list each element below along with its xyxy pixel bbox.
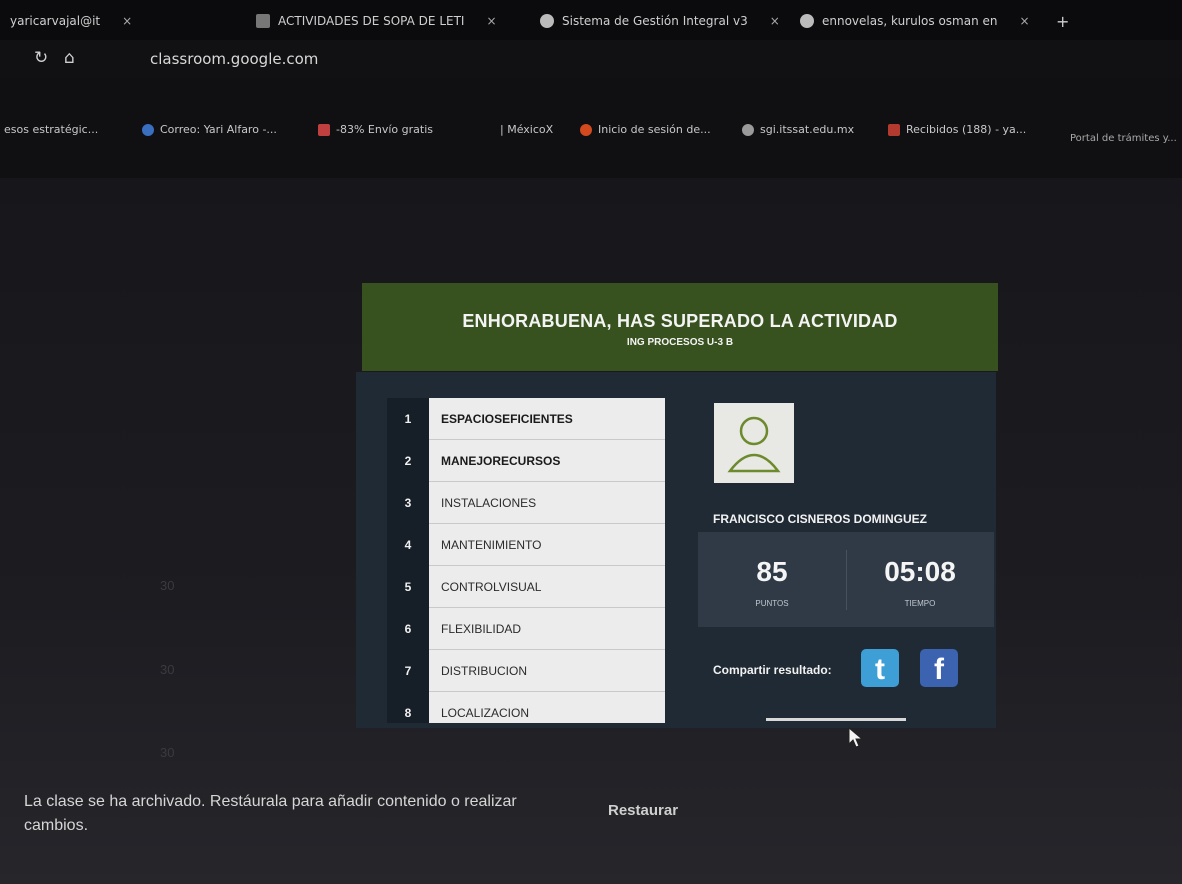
- word-row: 2 MANEJORECURSOS: [387, 440, 665, 482]
- browser-tab-strip: yaricarvajal@it × ACTIVIDADES DE SOPA DE…: [0, 0, 1182, 40]
- word-row: 3 INSTALACIONES: [387, 482, 665, 524]
- background-number: 30: [160, 578, 175, 593]
- bookmark-label: esos estratégic...: [4, 123, 99, 136]
- word-row: 4 MANTENIMIENTO: [387, 524, 665, 566]
- bookmark-item[interactable]: Recibidos (188) - ya...: [888, 123, 1026, 136]
- globe-icon: [540, 14, 554, 28]
- word-text: CONTROLVISUAL: [429, 566, 665, 608]
- bookmark-label: -83% Envío gratis: [336, 123, 433, 136]
- word-number: 2: [404, 454, 412, 468]
- bookmark-label: Inicio de sesión de...: [598, 123, 711, 136]
- word-text: FLEXIBILIDAD: [429, 608, 665, 650]
- points-label: PUNTOS: [755, 599, 789, 608]
- word-row: 7 DISTRIBUCION: [387, 650, 665, 692]
- points-value: 85: [756, 556, 788, 587]
- close-tab-icon[interactable]: ×: [122, 14, 132, 28]
- word-row: 8 LOCALIZACION: [387, 692, 665, 723]
- result-title: ENHORABUENA, HAS SUPERADO LA ACTIVIDAD: [462, 311, 898, 331]
- doc-icon: [256, 14, 270, 28]
- tab-label: Sistema de Gestión Integral v3: [562, 14, 748, 28]
- bookmark-label: Recibidos (188) - ya...: [906, 123, 1027, 136]
- restore-button[interactable]: Restaurar: [592, 796, 694, 825]
- tab-ennovelas[interactable]: ennovelas, kurulos osman en ×: [800, 8, 1030, 34]
- word-list: 1 ESPACIOSEFICIENTES 2 MANEJORECURSOS 3 …: [387, 398, 665, 723]
- bookmark-label: Portal de trámites y...: [1070, 133, 1177, 144]
- divider: [766, 718, 906, 721]
- new-tab-button[interactable]: +: [1056, 8, 1069, 34]
- bookmark-item[interactable]: | MéxicoX: [500, 123, 553, 136]
- copyright-icon: [800, 14, 814, 28]
- background-number: 30: [160, 662, 175, 677]
- mouse-cursor-icon: [848, 727, 864, 748]
- points-stat: 85 PUNTOS: [698, 532, 846, 627]
- word-number: 8: [404, 706, 412, 720]
- cpanel-icon: [580, 123, 592, 136]
- tab-actividades[interactable]: ACTIVIDADES DE SOPA DE LETI ×: [256, 8, 497, 34]
- globe-icon: [742, 123, 754, 136]
- facebook-icon: f: [934, 653, 944, 686]
- avatar: [714, 403, 794, 483]
- word-number: 4: [404, 538, 412, 552]
- word-text: ESPACIOSEFICIENTES: [429, 398, 665, 440]
- twitter-share-button[interactable]: t: [861, 649, 899, 687]
- word-number: 3: [404, 496, 412, 510]
- result-subtitle: ING PROCESOS U-3 B: [626, 337, 734, 348]
- time-label: TIEMPO: [904, 599, 936, 608]
- tab-label: ACTIVIDADES DE SOPA DE LETI: [278, 14, 465, 28]
- close-tab-icon[interactable]: ×: [486, 14, 496, 28]
- outlook-icon: [142, 123, 154, 136]
- word-number: 5: [404, 580, 412, 594]
- tab-label: ennovelas, kurulos osman en: [822, 14, 998, 28]
- student-name: FRANCISCO CISNEROS DOMINGUEZ: [713, 512, 928, 526]
- word-row: 6 FLEXIBILIDAD: [387, 608, 665, 650]
- close-tab-icon[interactable]: ×: [770, 14, 780, 28]
- tab-mail[interactable]: yaricarvajal@it ×: [10, 8, 132, 34]
- gmail-icon: [888, 123, 900, 136]
- bookmark-label: | MéxicoX: [500, 123, 554, 136]
- word-row: 5 CONTROLVISUAL: [387, 566, 665, 608]
- home-icon[interactable]: ⌂: [64, 48, 75, 68]
- bookmark-label: Correo: Yari Alfaro -...: [160, 123, 277, 136]
- facebook-share-button[interactable]: f: [920, 649, 958, 687]
- word-number: 7: [404, 664, 412, 678]
- user-icon: [727, 416, 781, 473]
- tab-label: yaricarvajal@it: [10, 14, 101, 28]
- archived-notice: La clase se ha archivado. Restáurala par…: [24, 793, 517, 834]
- word-text: DISTRIBUCION: [429, 650, 665, 692]
- bookmark-item[interactable]: sgi.itssat.edu.mx: [742, 123, 854, 136]
- url-field[interactable]: classroom.google.com: [150, 50, 318, 68]
- close-tab-icon[interactable]: ×: [1020, 14, 1030, 28]
- score-box: 85 PUNTOS 05:08 TIEMPO: [698, 532, 994, 627]
- word-text: MANTENIMIENTO: [429, 524, 665, 566]
- word-number: 1: [404, 412, 412, 426]
- word-text: LOCALIZACION: [429, 692, 665, 723]
- word-text: MANEJORECURSOS: [429, 440, 665, 482]
- share-label: Compartir resultado:: [713, 663, 832, 677]
- tab-sistema-gestion[interactable]: Sistema de Gestión Integral v3 ×: [540, 8, 780, 34]
- result-banner: ENHORABUENA, HAS SUPERADO LA ACTIVIDAD I…: [362, 283, 998, 371]
- bookmark-item[interactable]: Correo: Yari Alfaro -...: [142, 123, 277, 136]
- bookmark-item[interactable]: Portal de trámites y...: [1070, 133, 1177, 144]
- bookmark-label: sgi.itssat.edu.mx: [760, 123, 855, 136]
- time-stat: 05:08 TIEMPO: [846, 532, 994, 627]
- word-text: INSTALACIONES: [429, 482, 665, 524]
- word-number: 6: [404, 622, 412, 636]
- twitter-icon: t: [875, 653, 885, 686]
- word-row: 1 ESPACIOSEFICIENTES: [387, 398, 665, 440]
- reload-icon[interactable]: ↻: [34, 48, 48, 68]
- time-value: 05:08: [884, 556, 956, 587]
- bookmark-item[interactable]: Inicio de sesión de...: [580, 123, 711, 136]
- bookmark-item[interactable]: esos estratégic...: [4, 123, 98, 136]
- bookmark-item[interactable]: -83% Envío gratis: [318, 123, 433, 136]
- background-number: 30: [160, 745, 175, 760]
- gift-icon: [318, 123, 330, 136]
